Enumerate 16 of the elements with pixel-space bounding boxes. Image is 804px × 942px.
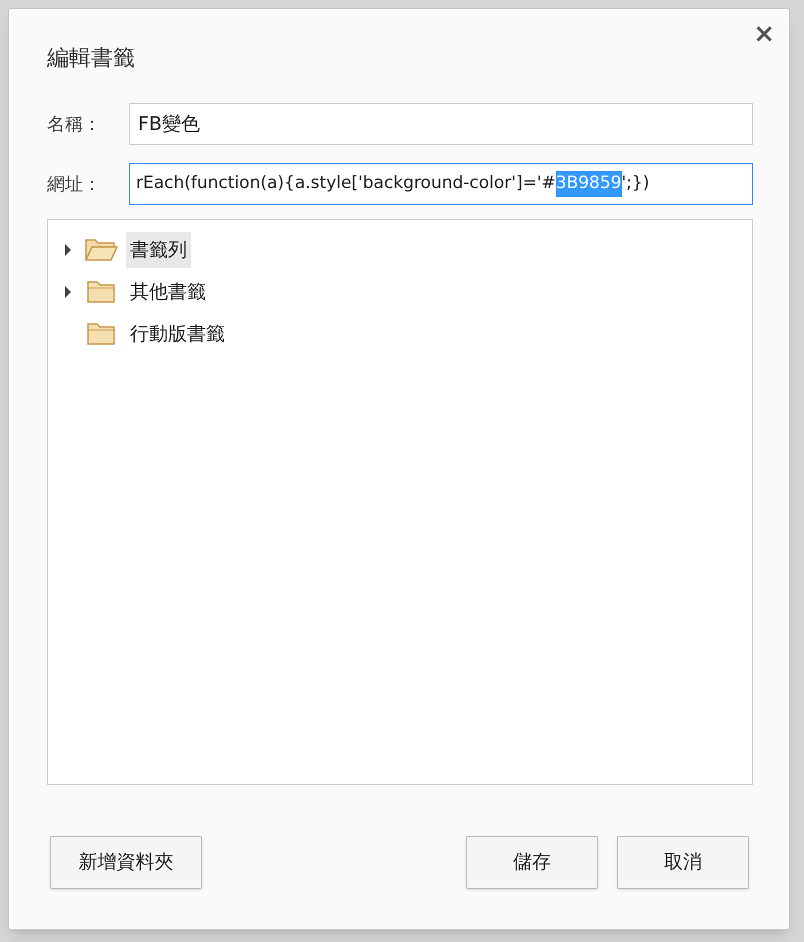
dialog-title: 編輯書籤: [47, 45, 136, 73]
dialog-button[interactable]: 取消: [617, 836, 749, 889]
dialog-button[interactable]: 儲存: [466, 836, 598, 889]
expand-arrow-icon[interactable]: [64, 244, 72, 256]
close-button[interactable]: ×: [753, 21, 775, 47]
folder-item[interactable]: 其他書籤: [126, 274, 210, 310]
folder-item[interactable]: 行動版書籤: [126, 316, 229, 352]
expand-arrow-icon[interactable]: [64, 286, 72, 298]
field-label: 名稱：: [47, 112, 102, 136]
selected-text: 3B9859: [556, 171, 622, 197]
dialog-button[interactable]: 新增資料夾: [50, 836, 202, 889]
name-field[interactable]: FB變色: [129, 103, 753, 145]
folder-item[interactable]: 書籤列: [126, 232, 191, 268]
open-folder-icon: [84, 237, 118, 263]
field-label: 網址：: [47, 172, 102, 196]
url-field[interactable]: rEach(function(a){a.style['background-color']='#3B9859';}): [129, 163, 753, 205]
